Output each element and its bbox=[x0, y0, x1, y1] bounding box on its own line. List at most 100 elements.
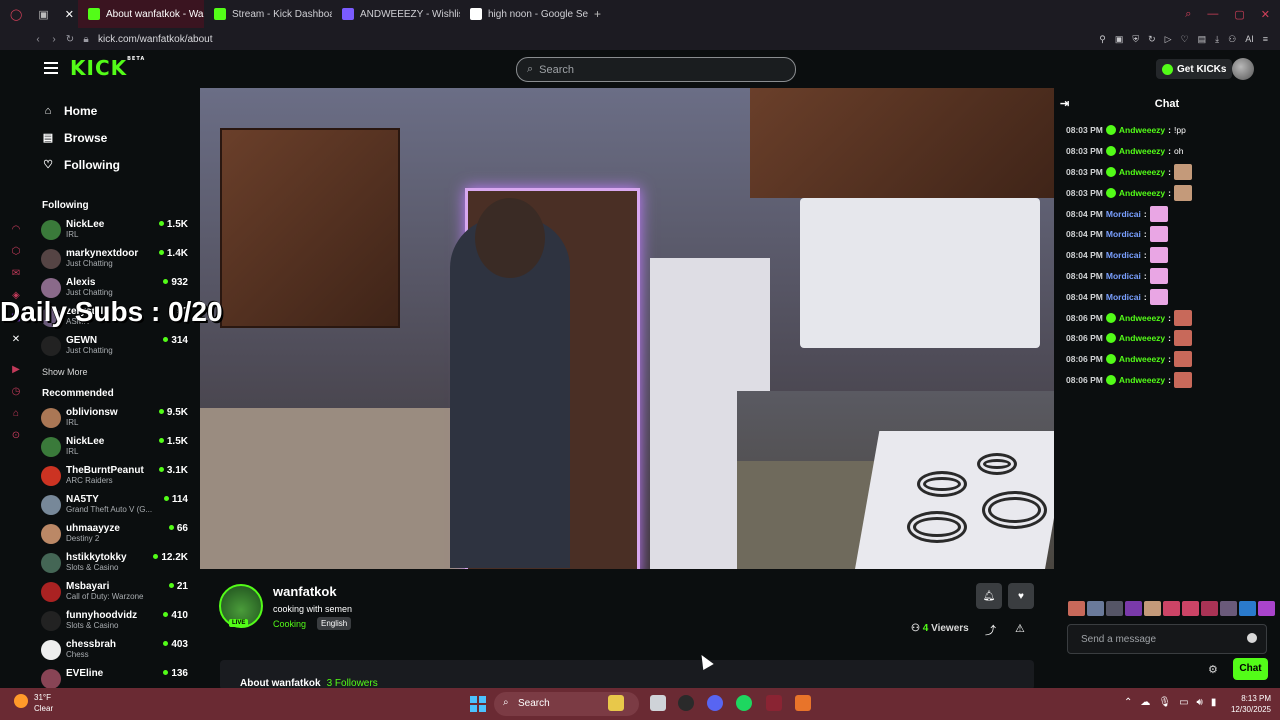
kick-logo[interactable]: KICKBETA bbox=[70, 56, 145, 80]
channel-item[interactable]: funnyhoodvidz Slots & Casino 410 bbox=[30, 608, 200, 637]
emote-option[interactable] bbox=[1163, 601, 1180, 616]
show-more-button[interactable]: Show More bbox=[30, 362, 200, 382]
pin-icon[interactable]: ⚲ bbox=[1099, 34, 1106, 45]
back-icon[interactable]: ‹ bbox=[30, 34, 46, 45]
language-tag[interactable]: English bbox=[317, 617, 352, 630]
capture-icon[interactable]: ▣ bbox=[1115, 34, 1124, 45]
x-icon[interactable]: ✕ bbox=[65, 8, 74, 21]
notification-bell-button[interactable]: 🔔︎ bbox=[976, 583, 1002, 609]
message-username[interactable]: Mordicai bbox=[1106, 209, 1141, 219]
emote-option[interactable] bbox=[1068, 601, 1085, 616]
spotify-icon[interactable] bbox=[736, 695, 752, 711]
send-chat-button[interactable]: Chat bbox=[1233, 658, 1268, 680]
opera-taskbar-icon[interactable] bbox=[766, 695, 782, 711]
channel-item[interactable]: hstikkytokky Slots & Casino 12.2K bbox=[30, 550, 200, 579]
sidebar-app-icon[interactable]: ◷ bbox=[8, 386, 24, 408]
emote-option[interactable] bbox=[1239, 601, 1256, 616]
chat-message[interactable]: 08:03 PM Andweeezy: !pp bbox=[1054, 120, 1280, 141]
channel-item[interactable]: NickLee IRL 1.5K bbox=[30, 217, 200, 246]
get-kicks-button[interactable]: Get KICKs bbox=[1156, 59, 1233, 79]
chat-message[interactable]: 08:03 PM Andweeezy: oh bbox=[1054, 141, 1280, 162]
search-tabs-icon[interactable]: ⌕ bbox=[1185, 8, 1191, 21]
emote-option[interactable] bbox=[1087, 601, 1104, 616]
opera-icon[interactable]: ◯ bbox=[10, 8, 22, 21]
emote-option[interactable] bbox=[1258, 601, 1275, 616]
chat-message[interactable]: 08:03 PM Andweeezy: bbox=[1054, 162, 1280, 183]
forward-icon[interactable]: › bbox=[46, 34, 62, 45]
menu-icon[interactable]: ≡ bbox=[1263, 34, 1268, 45]
user-avatar[interactable] bbox=[1232, 58, 1254, 80]
channel-item[interactable]: markynextdoor Just Chatting 1.4K bbox=[30, 246, 200, 275]
message-username[interactable]: Mordicai bbox=[1106, 250, 1141, 260]
url-field[interactable]: kick.com/wanfatkok/about bbox=[98, 34, 213, 45]
channel-item[interactable]: NickLee IRL 1.5K bbox=[30, 434, 200, 463]
sidebar-app-icon[interactable]: ⬡ bbox=[8, 246, 24, 268]
maximize-icon[interactable]: ▢ bbox=[1234, 8, 1244, 21]
chat-message[interactable]: 08:06 PM Andweeezy: bbox=[1054, 349, 1280, 370]
taskbar-clock[interactable]: 8:13 PM 12/30/2025 bbox=[1225, 693, 1271, 715]
emote-option[interactable] bbox=[1182, 601, 1199, 616]
emote-option[interactable] bbox=[1201, 601, 1218, 616]
message-username[interactable]: Andweeezy bbox=[1119, 333, 1165, 343]
chat-settings-gear-icon[interactable]: ⚙ bbox=[1208, 663, 1218, 676]
close-icon[interactable]: ✕ bbox=[1261, 8, 1270, 21]
app-icon[interactable] bbox=[795, 695, 811, 711]
sidebar-app-icon[interactable]: ◠ bbox=[8, 224, 24, 246]
message-username[interactable]: Andweeezy bbox=[1119, 188, 1165, 198]
profile-icon[interactable]: ⚇ bbox=[1228, 34, 1236, 45]
chat-message[interactable]: 08:04 PM Mordicai: bbox=[1054, 224, 1280, 245]
collapse-chat-icon[interactable]: ⇥ bbox=[1060, 88, 1069, 120]
nav-browse[interactable]: ▤ Browse bbox=[30, 124, 200, 151]
category-link[interactable]: Cooking bbox=[273, 619, 306, 629]
message-username[interactable]: Andweeezy bbox=[1119, 375, 1165, 385]
microphone-icon[interactable]: 🎙︎ bbox=[1158, 697, 1171, 708]
browser-tab[interactable]: About wanfatkok - Wa bbox=[78, 0, 204, 28]
emote-option[interactable] bbox=[1125, 601, 1142, 616]
sidebar-app-icon[interactable]: ✕ bbox=[8, 334, 24, 356]
message-username[interactable]: Andweeezy bbox=[1119, 146, 1165, 156]
battery-icon[interactable]: ▮ bbox=[1211, 697, 1217, 708]
channel-item[interactable]: EVEline 136 bbox=[30, 666, 200, 688]
channel-item[interactable]: oblivionsw IRL 9.5K bbox=[30, 405, 200, 434]
windows-start-icon[interactable] bbox=[470, 696, 486, 712]
message-username[interactable]: Andweeezy bbox=[1119, 354, 1165, 364]
sidebar-app-icon[interactable]: ⌂ bbox=[8, 408, 24, 430]
sidebar-app-icon[interactable]: ⊙ bbox=[8, 430, 24, 452]
download-icon[interactable]: ⤓ bbox=[1215, 34, 1219, 45]
emote-option[interactable] bbox=[1220, 601, 1237, 616]
weather-widget[interactable]: 31°F Clear bbox=[14, 692, 53, 714]
ai-icon[interactable]: AI bbox=[1245, 34, 1254, 45]
browser-tab[interactable]: Stream - Kick Dashboard bbox=[204, 0, 332, 28]
message-username[interactable]: Andweeezy bbox=[1119, 313, 1165, 323]
refresh-icon[interactable]: ↻ bbox=[1148, 34, 1156, 45]
channel-item[interactable]: uhmaayyze Destiny 2 66 bbox=[30, 521, 200, 550]
tray-app-icon[interactable]: ☁ bbox=[1140, 697, 1150, 708]
discord-icon[interactable] bbox=[707, 695, 723, 711]
hamburger-menu-icon[interactable] bbox=[44, 62, 58, 74]
report-icon[interactable]: ⚠ bbox=[1015, 622, 1025, 635]
box-icon[interactable]: ▤ bbox=[1198, 34, 1207, 45]
sidebar-app-icon[interactable]: ✉ bbox=[8, 268, 24, 290]
tabs-icon[interactable]: ▣ bbox=[38, 8, 48, 21]
tray-expand-icon[interactable]: ⌃ bbox=[1124, 697, 1132, 708]
streamer-name[interactable]: wanfatkok bbox=[273, 584, 337, 599]
message-username[interactable]: Mordicai bbox=[1106, 292, 1141, 302]
nav-following[interactable]: ♡ Following bbox=[30, 151, 200, 178]
new-tab-icon[interactable]: + bbox=[588, 7, 601, 21]
channel-item[interactable]: TheBurntPeanut ARC Raiders 3.1K bbox=[30, 463, 200, 492]
message-username[interactable]: Andweeezy bbox=[1119, 167, 1165, 177]
shield-icon[interactable]: ⛨ bbox=[1132, 34, 1139, 45]
chat-message[interactable]: 08:03 PM Andweeezy: bbox=[1054, 182, 1280, 203]
reload-icon[interactable]: ↻ bbox=[62, 34, 78, 45]
file-explorer-icon[interactable] bbox=[608, 695, 624, 711]
volume-icon[interactable]: 🔊︎ bbox=[1197, 697, 1203, 708]
channel-item[interactable]: GEWN Just Chatting 314 bbox=[30, 333, 200, 362]
search-input[interactable]: ⌕ Search bbox=[516, 57, 796, 82]
follow-button[interactable]: ♥ bbox=[1008, 583, 1034, 609]
sidebar-app-icon[interactable]: ▶ bbox=[8, 364, 24, 386]
chat-message-input[interactable]: Send a message bbox=[1067, 624, 1267, 654]
minimize-icon[interactable]: — bbox=[1207, 8, 1218, 21]
emote-option[interactable] bbox=[1106, 601, 1123, 616]
chat-message[interactable]: 08:06 PM Andweeezy: bbox=[1054, 370, 1280, 391]
display-icon[interactable]: ▭ bbox=[1179, 697, 1188, 708]
